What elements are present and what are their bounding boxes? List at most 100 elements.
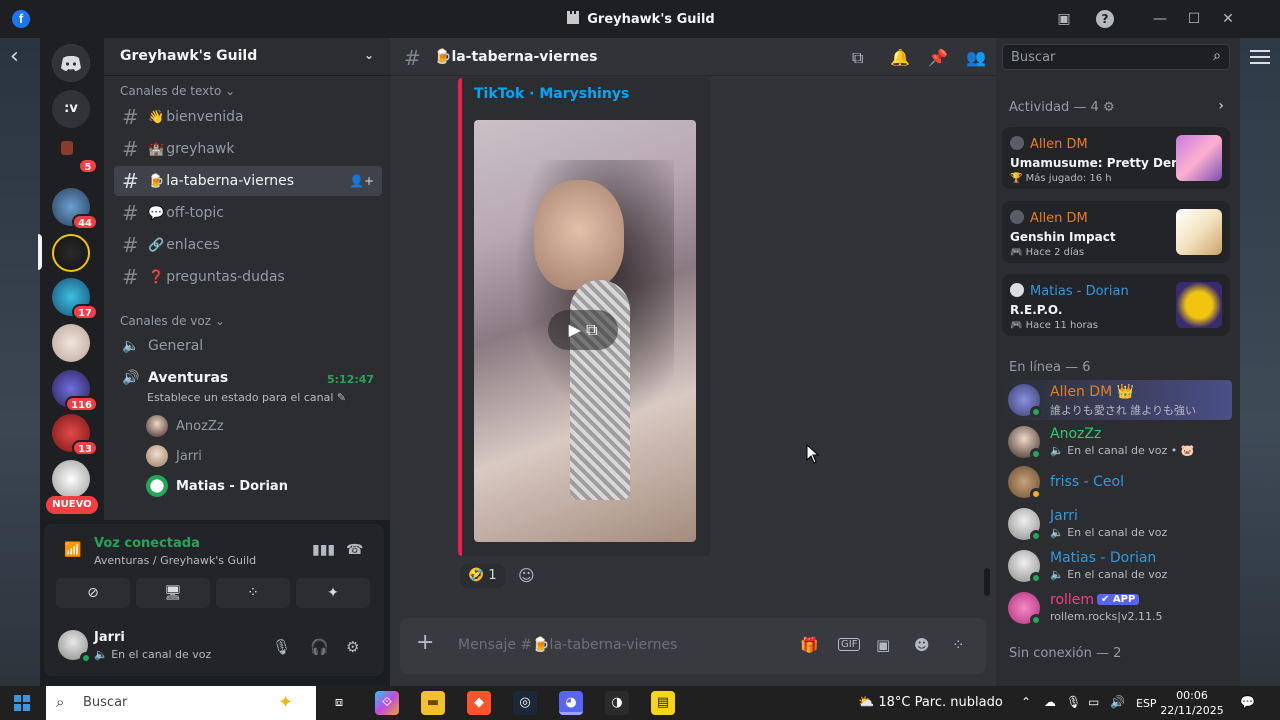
new-badge: NUEVO — [46, 496, 98, 514]
language-indicator[interactable]: ESP — [1136, 697, 1157, 710]
headphones-icon[interactable]: 🎧 — [310, 638, 329, 656]
sticker-icon[interactable]: ▣ — [876, 636, 890, 654]
notifications-icon[interactable]: 💬 — [1240, 695, 1255, 709]
member-list: Buscar ⌕ Actividad — 4 ⚙ › Allen DM Umam… — [996, 38, 1240, 686]
voice-channel-status[interactable]: Establece un estado para el canal ✎ — [147, 391, 346, 404]
soundboard-button[interactable]: ✦ — [296, 578, 370, 608]
app-icon[interactable]: ◑ — [605, 691, 629, 715]
brave-browser-icon[interactable]: ◆ — [467, 691, 491, 715]
member-item[interactable]: Allen DM 👑 誰よりも愛され 誰よりも強い — [1002, 380, 1232, 420]
apps-icon[interactable]: ⁘ — [952, 636, 965, 654]
help-icon[interactable]: ? — [1096, 10, 1114, 28]
server-icon[interactable] — [52, 460, 90, 498]
channel-bienvenida[interactable]: # 👋 bienvenida — [114, 102, 382, 132]
voice-user[interactable]: Jarri — [146, 445, 202, 467]
search-input[interactable]: Buscar ⌕ — [1002, 44, 1230, 70]
server-icon[interactable]: 13 — [52, 414, 98, 456]
member-item[interactable]: friss - Ceol — [1002, 462, 1232, 502]
pin-icon[interactable]: 📌 — [928, 48, 948, 67]
unread-badge: 116 — [65, 396, 98, 412]
disconnect-icon[interactable]: ☎ — [346, 542, 363, 558]
settings-gear-icon[interactable]: ⚙ — [346, 638, 359, 656]
activities-button[interactable]: ⁘ — [216, 578, 290, 608]
activity-header: Actividad — 4 ⚙ — [1009, 100, 1115, 115]
notification-bell-icon[interactable]: 🔔 — [890, 48, 910, 67]
close-button[interactable]: ✕ — [1218, 9, 1238, 29]
screen-share-button[interactable]: 🖥 — [136, 578, 210, 608]
voice-channel-aventuras[interactable]: 🔊 Aventuras — [122, 370, 228, 386]
online-status-dot — [1030, 406, 1042, 418]
tray-network-icon[interactable]: ▭ — [1088, 695, 1099, 709]
minimize-button[interactable]: — — [1150, 9, 1170, 29]
voice-connected-status[interactable]: Voz conectada — [94, 536, 200, 551]
channel-la-taberna-viernes[interactable]: # 🍺 la-taberna-viernes 👤+ — [114, 166, 382, 196]
taskbar-search[interactable]: ⌕ Buscar ✦ — [46, 686, 316, 720]
steam-icon[interactable]: ◎ — [513, 691, 537, 715]
category-voice-channels[interactable]: Canales de voz ⌄ — [120, 314, 225, 328]
voice-user[interactable]: AnozZz — [146, 415, 224, 437]
add-reaction-icon[interactable]: ☺ — [518, 566, 535, 585]
attach-plus-icon[interactable]: + — [416, 632, 434, 654]
scrollbar-thumb[interactable] — [984, 568, 990, 596]
discord-taskbar-icon[interactable]: ◕ — [559, 691, 583, 715]
windows-start-icon[interactable] — [14, 695, 30, 711]
server-dm-group[interactable]: :v — [52, 90, 90, 128]
discord-home-icon[interactable] — [52, 44, 90, 82]
hamburger-menu-icon[interactable] — [1250, 46, 1270, 66]
category-text-channels[interactable]: Canales de texto ⌄ — [120, 84, 235, 98]
signal-icon[interactable]: 📶 — [64, 542, 82, 558]
member-item[interactable]: Matias - Dorian 🔈 En el canal de voz — [1002, 546, 1232, 586]
message-input[interactable]: Mensaje #🍺la-taberna-viernes — [458, 637, 677, 653]
channel-enlaces[interactable]: # 🔗 enlaces — [114, 230, 382, 260]
server-icon[interactable]: 116 — [52, 370, 98, 412]
tray-volume-icon[interactable]: 🔊 — [1110, 695, 1125, 709]
online-status-dot — [80, 652, 92, 664]
task-view-icon[interactable]: ⧈ — [327, 691, 351, 715]
weather-widget[interactable]: ⛅ 18°C Parc. nublado — [858, 695, 1003, 710]
chevron-right-icon[interactable]: › — [1218, 98, 1224, 114]
threads-icon[interactable]: ⧉ — [852, 48, 863, 68]
voice-channel-general[interactable]: 🔈 General — [122, 338, 203, 354]
copilot-icon[interactable]: ⟐ — [375, 691, 399, 715]
taskbar-clock[interactable]: 00:06 22/11/2025 — [1160, 688, 1224, 718]
server-greyhawks-guild[interactable] — [52, 234, 90, 272]
maximize-button[interactable]: ☐ — [1184, 9, 1204, 29]
file-explorer-icon[interactable]: ▬ — [421, 691, 445, 715]
server-icon[interactable]: 5 — [52, 132, 98, 174]
noise-suppression-icon[interactable]: ▮▮▮ — [312, 542, 335, 558]
channel-preguntas-dudas[interactable]: # ❓ preguntas-dudas — [114, 262, 382, 292]
member-item[interactable]: rollem ✔ APP rollem.rocks|v2.11.5 — [1002, 588, 1232, 628]
unread-badge: 13 — [72, 440, 98, 456]
embed-title-link[interactable]: TikTok · Maryshinys — [474, 86, 629, 102]
back-arrow-icon[interactable]: ‹ — [10, 46, 32, 68]
tray-chevron-icon[interactable]: ⌃ — [1021, 695, 1031, 709]
activity-card[interactable]: Matias - Dorian R.E.P.O. 🎮 Hace 11 horas — [1002, 274, 1230, 336]
channel-off-topic[interactable]: # 💬 off-topic — [114, 198, 382, 228]
play-icon[interactable]: ▶ ⧉ — [548, 310, 618, 350]
gif-icon[interactable]: GIF — [838, 638, 861, 651]
camera-off-button[interactable]: ⊘ — [56, 578, 130, 608]
activity-card[interactable]: Allen DM Genshin Impact 🎮 Hace 2 días — [1002, 201, 1230, 263]
tray-microphone-icon[interactable]: 🎙 — [1066, 695, 1081, 709]
inbox-icon[interactable]: ▣ — [1054, 9, 1074, 29]
server-icon[interactable]: 17 — [52, 278, 98, 320]
microphone-icon[interactable]: 🎙 — [272, 638, 291, 656]
member-item[interactable]: AnozZz 🔈 En el canal de voz • 🐷 — [1002, 422, 1232, 462]
gift-icon[interactable]: 🎁 — [800, 636, 819, 654]
channel-greyhawk[interactable]: # 🏰 greyhawk — [114, 134, 382, 164]
member-item[interactable]: Jarri 🔈 En el canal de voz — [1002, 504, 1232, 544]
server-icon[interactable] — [52, 324, 90, 362]
emoji-icon[interactable]: ☻ — [914, 636, 930, 654]
activity-card[interactable]: Allen DM Umamusume: Pretty Derby 🏆 Más j… — [1002, 127, 1230, 189]
member-list-icon[interactable]: 👥 — [966, 48, 986, 67]
add-member-icon[interactable]: 👤+ — [349, 174, 374, 188]
server-icon[interactable]: 44 — [52, 188, 98, 230]
video-thumbnail[interactable]: ▶ ⧉ — [474, 120, 696, 542]
voice-user[interactable]: Matias - Dorian — [146, 475, 288, 497]
guild-header[interactable]: Greyhawk's Guild ⌄ — [104, 38, 390, 76]
reaction-chip[interactable]: 🤣 1 — [460, 564, 505, 588]
server-rail: :v 5 44 17 116 13 NUEVO — [38, 38, 104, 520]
tray-cloud-icon[interactable]: ☁ — [1044, 695, 1056, 709]
sticky-notes-icon[interactable]: ▤ — [651, 691, 675, 715]
user-voice-status: 🔈 En el canal de voz — [94, 648, 212, 661]
